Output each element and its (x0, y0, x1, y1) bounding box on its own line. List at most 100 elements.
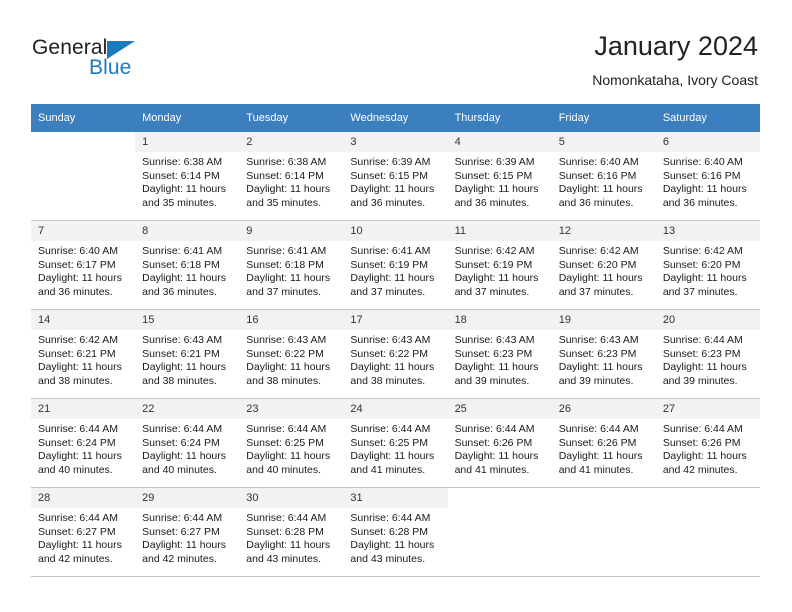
calendar-day-cell[interactable]: 9 Sunrise: 6:41 AM Sunset: 6:18 PM Daylight… (239, 220, 344, 310)
day-number: 3 (343, 132, 448, 152)
day-details: Sunrise: 6:42 AM Sunset: 6:21 PM Daylight:… (31, 330, 135, 388)
day-details: Sunrise: 6:40 AM Sunset: 6:16 PM Daylight:… (656, 152, 760, 210)
day-detail-line: and 41 minutes. (454, 463, 530, 476)
day-cell-inner (552, 488, 656, 576)
day-detail-line: Daylight: 11 hours (142, 450, 226, 462)
day-detail-line: Daylight: 11 hours (350, 361, 435, 373)
calendar-day-cell[interactable]: 28 Sunrise: 6:44 AM Sunset: 6:27 PM Dayligh… (31, 487, 136, 577)
calendar-day-cell[interactable]: 4 Sunrise: 6:39 AM Sunset: 6:15 PM Daylight… (447, 132, 552, 221)
day-detail-line: and 36 minutes. (38, 285, 113, 298)
calendar-day-cell[interactable]: 11 Sunrise: 6:42 AM Sunset: 6:19 PM Dayligh… (447, 220, 552, 310)
day-details: Sunrise: 6:41 AM Sunset: 6:19 PM Daylight:… (343, 241, 447, 299)
day-number: 22 (135, 399, 240, 419)
day-detail-line: Sunrise: 6:44 AM (38, 512, 118, 524)
calendar-weekday-header-row: Sunday Monday Tuesday Wednesday Thursday Frid… (31, 104, 760, 132)
general-blue-logo[interactable]: General Blue (32, 36, 232, 86)
day-detail-line: and 41 minutes. (558, 463, 634, 476)
calendar-day-cell[interactable]: 6 Sunrise: 6:40 AM Sunset: 6:16 PM Daylight… (655, 132, 760, 221)
calendar-day-cell[interactable]: 25 Sunrise: 6:44 AM Sunset: 6:26 PM Dayligh… (447, 398, 552, 488)
day-cell-inner (31, 132, 135, 220)
calendar-day-cell[interactable]: 26 Sunrise: 6:44 AM Sunset: 6:26 PM Dayligh… (551, 398, 656, 488)
day-detail-line: Sunrise: 6:42 AM (558, 245, 639, 257)
calendar-day-cell[interactable]: 13 Sunrise: 6:42 AM Sunset: 6:20 PM Dayligh… (655, 220, 760, 310)
day-detail-line: Sunrise: 6:44 AM (38, 423, 118, 435)
day-details: Sunrise: 6:40 AM Sunset: 6:17 PM Daylight:… (31, 241, 135, 299)
day-detail-line: Sunrise: 6:43 AM (142, 334, 223, 346)
calendar-day-cell[interactable]: 31 Sunrise: 6:44 AM Sunset: 6:28 PM Dayligh… (343, 487, 448, 577)
day-detail-line: and 36 minutes. (662, 196, 738, 209)
calendar-day-cell[interactable]: 21 Sunrise: 6:44 AM Sunset: 6:24 PM Dayligh… (31, 398, 136, 488)
day-number: 25 (447, 399, 552, 419)
calendar-week-row: 21 Sunrise: 6:44 AM Sunset: 6:24 PM Dayligh… (31, 398, 760, 488)
day-cell-inner: 1 Sunrise: 6:38 AM Sunset: 6:14 PM Daylight… (135, 132, 240, 220)
calendar-day-cell[interactable]: 1 Sunrise: 6:38 AM Sunset: 6:14 PM Daylight… (135, 132, 240, 221)
day-number: 9 (239, 221, 344, 241)
day-cell-inner: 11 Sunrise: 6:42 AM Sunset: 6:19 PM Dayligh… (447, 221, 552, 309)
day-detail-line: and 42 minutes. (142, 552, 217, 565)
day-number: 31 (343, 488, 448, 508)
calendar-day-cell[interactable]: 12 Sunrise: 6:42 AM Sunset: 6:20 PM Dayligh… (551, 220, 656, 310)
day-detail-line: Daylight: 11 hours (142, 272, 226, 284)
day-detail-line: and 38 minutes. (38, 374, 113, 387)
day-cell-inner: 25 Sunrise: 6:44 AM Sunset: 6:26 PM Dayligh… (447, 399, 552, 487)
calendar-day-cell[interactable]: 10 Sunrise: 6:41 AM Sunset: 6:19 PM Dayligh… (343, 220, 448, 310)
day-cell-inner: 24 Sunrise: 6:44 AM Sunset: 6:25 PM Dayligh… (343, 399, 448, 487)
day-detail-line: and 36 minutes. (142, 285, 217, 298)
day-number: 20 (655, 310, 760, 330)
day-detail-line: and 37 minutes. (662, 285, 738, 298)
calendar-day-cell[interactable]: 23 Sunrise: 6:44 AM Sunset: 6:25 PM Dayligh… (239, 398, 344, 488)
day-detail-line: Daylight: 11 hours (246, 450, 331, 462)
day-detail-line: Sunset: 6:26 PM (662, 436, 741, 449)
calendar-day-cell[interactable]: 16 Sunrise: 6:43 AM Sunset: 6:22 PM Dayligh… (239, 309, 344, 399)
weekday-header-tuesday: Tuesday (239, 104, 344, 132)
calendar-day-cell[interactable]: 8 Sunrise: 6:41 AM Sunset: 6:18 PM Daylight… (135, 220, 240, 310)
calendar-day-cell[interactable]: 22 Sunrise: 6:44 AM Sunset: 6:24 PM Dayligh… (135, 398, 240, 488)
day-detail-line: Daylight: 11 hours (38, 361, 122, 373)
day-number: 1 (135, 132, 240, 152)
calendar-day-cell[interactable]: 20 Sunrise: 6:44 AM Sunset: 6:23 PM Dayligh… (655, 309, 760, 399)
calendar-day-cell[interactable]: 24 Sunrise: 6:44 AM Sunset: 6:25 PM Dayligh… (343, 398, 448, 488)
day-details: Sunrise: 6:42 AM Sunset: 6:19 PM Daylight:… (448, 241, 552, 299)
calendar-day-cell[interactable]: 14 Sunrise: 6:42 AM Sunset: 6:21 PM Dayligh… (31, 309, 136, 399)
calendar-day-cell[interactable]: 3 Sunrise: 6:39 AM Sunset: 6:15 PM Daylight… (343, 132, 448, 221)
calendar-day-cell[interactable]: 5 Sunrise: 6:40 AM Sunset: 6:16 PM Daylight… (551, 132, 656, 221)
day-cell-inner: 18 Sunrise: 6:43 AM Sunset: 6:23 PM Dayligh… (447, 310, 552, 398)
calendar-day-cell[interactable]: 19 Sunrise: 6:43 AM Sunset: 6:23 PM Dayligh… (551, 309, 656, 399)
day-detail-line: Daylight: 11 hours (142, 539, 226, 551)
day-number (656, 488, 760, 496)
page-title: January 2024 (594, 31, 758, 61)
day-number: 30 (239, 488, 344, 508)
calendar-day-cell[interactable]: 30 Sunrise: 6:44 AM Sunset: 6:28 PM Dayligh… (239, 487, 344, 577)
calendar-day-cell[interactable]: 2 Sunrise: 6:38 AM Sunset: 6:14 PM Daylight… (239, 132, 344, 221)
day-detail-line: and 38 minutes. (246, 374, 321, 387)
calendar-day-cell[interactable]: 7 Sunrise: 6:40 AM Sunset: 6:17 PM Daylight… (31, 220, 136, 310)
calendar-day-cell[interactable]: 15 Sunrise: 6:43 AM Sunset: 6:21 PM Dayligh… (135, 309, 240, 399)
day-detail-line: Sunrise: 6:41 AM (142, 245, 223, 257)
day-number: 17 (343, 310, 448, 330)
day-number: 12 (551, 221, 656, 241)
calendar-day-cell[interactable]: 27 Sunrise: 6:44 AM Sunset: 6:26 PM Dayligh… (655, 398, 760, 488)
day-details: Sunrise: 6:44 AM Sunset: 6:25 PM Daylight:… (239, 419, 343, 477)
day-detail-line: Sunrise: 6:43 AM (558, 334, 639, 346)
day-detail-line: Sunset: 6:26 PM (558, 436, 637, 449)
calendar-page: General Blue January 2024 Nomonkataha, I… (0, 0, 792, 612)
day-number: 14 (31, 310, 136, 330)
day-cell-inner: 30 Sunrise: 6:44 AM Sunset: 6:28 PM Dayligh… (239, 488, 344, 576)
calendar-week-row: 28 Sunrise: 6:44 AM Sunset: 6:27 PM Dayligh… (31, 487, 760, 577)
day-detail-line: Sunset: 6:23 PM (662, 347, 741, 360)
day-number: 2 (239, 132, 344, 152)
day-detail-line: Sunrise: 6:41 AM (246, 245, 327, 257)
day-number: 10 (343, 221, 448, 241)
calendar-day-cell[interactable]: 18 Sunrise: 6:43 AM Sunset: 6:23 PM Dayligh… (447, 309, 552, 399)
day-number: 23 (239, 399, 344, 419)
day-detail-line: Sunset: 6:19 PM (350, 258, 429, 271)
day-detail-line: Sunset: 6:19 PM (454, 258, 533, 271)
day-details (552, 496, 656, 500)
day-detail-line: Daylight: 11 hours (454, 183, 539, 195)
day-detail-line: Daylight: 11 hours (662, 450, 747, 462)
day-detail-line: and 39 minutes. (558, 374, 634, 387)
day-detail-line: Sunrise: 6:42 AM (662, 245, 743, 257)
calendar-day-cell[interactable]: 29 Sunrise: 6:44 AM Sunset: 6:27 PM Dayligh… (135, 487, 240, 577)
day-cell-inner: 12 Sunrise: 6:42 AM Sunset: 6:20 PM Dayligh… (551, 221, 656, 309)
calendar-day-cell[interactable]: 17 Sunrise: 6:43 AM Sunset: 6:22 PM Dayligh… (343, 309, 448, 399)
